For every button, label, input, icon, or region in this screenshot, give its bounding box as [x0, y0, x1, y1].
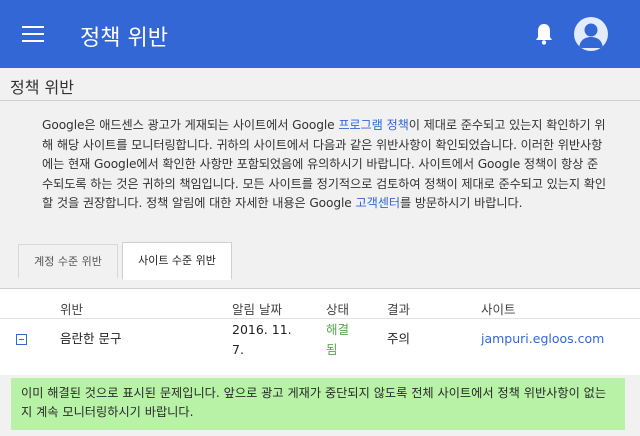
avatar-icon[interactable]	[574, 17, 608, 51]
main-content: 정책 위반 Google은 애드센스 광고가 게재되는 사이트에서 Google…	[0, 68, 640, 436]
column-header-violation: 위반	[60, 302, 84, 317]
intro-text-part: Google은 애드센스 광고가 게재되는 사이트에서 Google	[42, 118, 339, 132]
help-center-link[interactable]: 고객센터	[355, 196, 400, 210]
intro-text: Google은 애드센스 광고가 게재되는 사이트에서 Google 프로그램 …	[42, 116, 608, 214]
status-cell-line1: 해결	[326, 322, 350, 337]
column-header-status: 상태	[326, 302, 350, 317]
app-title: 정책 위반	[80, 26, 168, 51]
tab-account-level[interactable]: 계정 수준 위반	[18, 244, 118, 278]
column-header-date: 알림 날짜	[232, 302, 282, 317]
program-policy-link[interactable]: 프로그램 정책	[338, 118, 409, 132]
menu-icon[interactable]	[22, 26, 44, 42]
site-link[interactable]: jampuri.egloos.com	[481, 329, 604, 349]
page-title: 정책 위반	[10, 78, 74, 97]
header-divider	[0, 318, 640, 319]
column-header-site: 사이트	[481, 302, 516, 317]
bell-icon[interactable]	[533, 22, 555, 46]
intro-text-part: 를 방문하시기 바랍니다.	[399, 196, 523, 210]
result-cell: 주의	[387, 331, 411, 346]
column-header-result: 결과	[387, 302, 411, 317]
violation-cell: 음란한 문구	[60, 331, 122, 346]
violations-table: 위반 알림 날짜 상태 결과 사이트 음란한 문구 2016. 11. 7. 해…	[0, 288, 640, 375]
resolved-notice: 이미 해결된 것으로 표시된 문제입니다. 앞으로 광고 게재가 중단되지 않도…	[11, 378, 625, 430]
page-header: 정책 위반	[0, 68, 640, 101]
app-bar: 정책 위반	[0, 0, 640, 68]
tab-site-level[interactable]: 사이트 수준 위반	[122, 242, 232, 280]
status-cell-line2: 됨	[326, 342, 338, 357]
collapse-icon[interactable]	[16, 334, 27, 345]
date-cell-line1: 2016. 11.	[232, 322, 292, 337]
date-cell-line2: 7.	[232, 342, 244, 357]
